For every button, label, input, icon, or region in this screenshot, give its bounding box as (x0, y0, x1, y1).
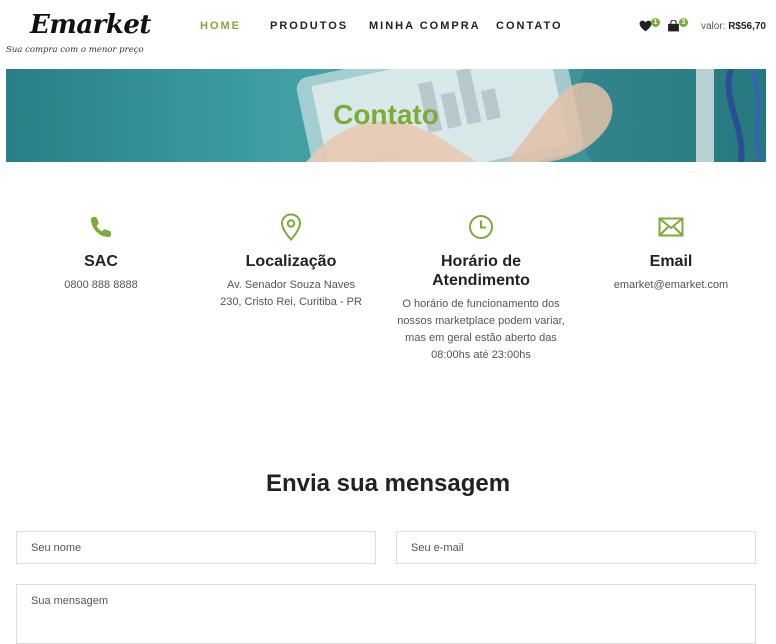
cart-count-badge: 3 (678, 18, 688, 27)
info-card-title: Localização (245, 253, 337, 270)
info-card-title: Horário de Atendimento (432, 253, 530, 289)
site-header: Emarket Sua compra com o menor preço HOM… (0, 0, 776, 68)
info-card-text: 0800 888 8888 (64, 279, 138, 291)
name-input[interactable] (16, 531, 376, 564)
clock-icon (469, 215, 493, 239)
wishlist-button[interactable]: 1 (639, 18, 660, 34)
nav-produtos[interactable]: PRODUTOS (270, 20, 348, 32)
nav-contato[interactable]: CONTATO (496, 20, 563, 32)
wishlist-count-badge: 1 (650, 18, 660, 27)
phone-icon (91, 217, 111, 237)
cart-summary: 1 3 valor: R$56,70 (639, 18, 766, 34)
info-card-title: Email (649, 253, 693, 270)
info-card-sac: SAC 0800 888 8888 (6, 212, 196, 294)
cart-value: valor: R$56,70 (701, 21, 766, 32)
cart-value-amount: R$56,70 (728, 20, 766, 32)
nav-home[interactable]: HOME (200, 20, 241, 32)
info-card-text: Av. Senador Souza Naves 230, Cristo Rei,… (220, 279, 362, 308)
logo-tagline: Sua compra com o menor preço (6, 45, 144, 55)
page-banner: Contato (6, 69, 766, 162)
info-card-title: SAC (84, 253, 118, 270)
message-textarea[interactable] (16, 584, 756, 644)
logo-title: Emarket (30, 10, 151, 40)
info-card-localizacao: Localização Av. Senador Souza Naves 230,… (196, 212, 386, 311)
cart-button[interactable]: 3 (667, 18, 688, 34)
form-title: Envia sua mensagem (265, 470, 511, 497)
nav-minha-compra[interactable]: MINHA COMPRA (369, 20, 481, 32)
logo[interactable]: Emarket Sua compra com o menor preço (6, 10, 151, 60)
cart-value-label: valor: (700, 20, 726, 32)
envelope-icon (658, 217, 684, 237)
info-card-horario: Horário de Atendimento O horário de func… (386, 212, 576, 364)
info-card-email: Email emarket@emarket.com (576, 212, 766, 294)
location-pin-icon (280, 213, 302, 241)
info-card-text: O horário de funcionamento dos nossos ma… (397, 298, 565, 361)
banner-title: Contato (333, 99, 439, 130)
info-card-text: emarket@emarket.com (613, 279, 729, 291)
email-input[interactable] (396, 531, 756, 564)
